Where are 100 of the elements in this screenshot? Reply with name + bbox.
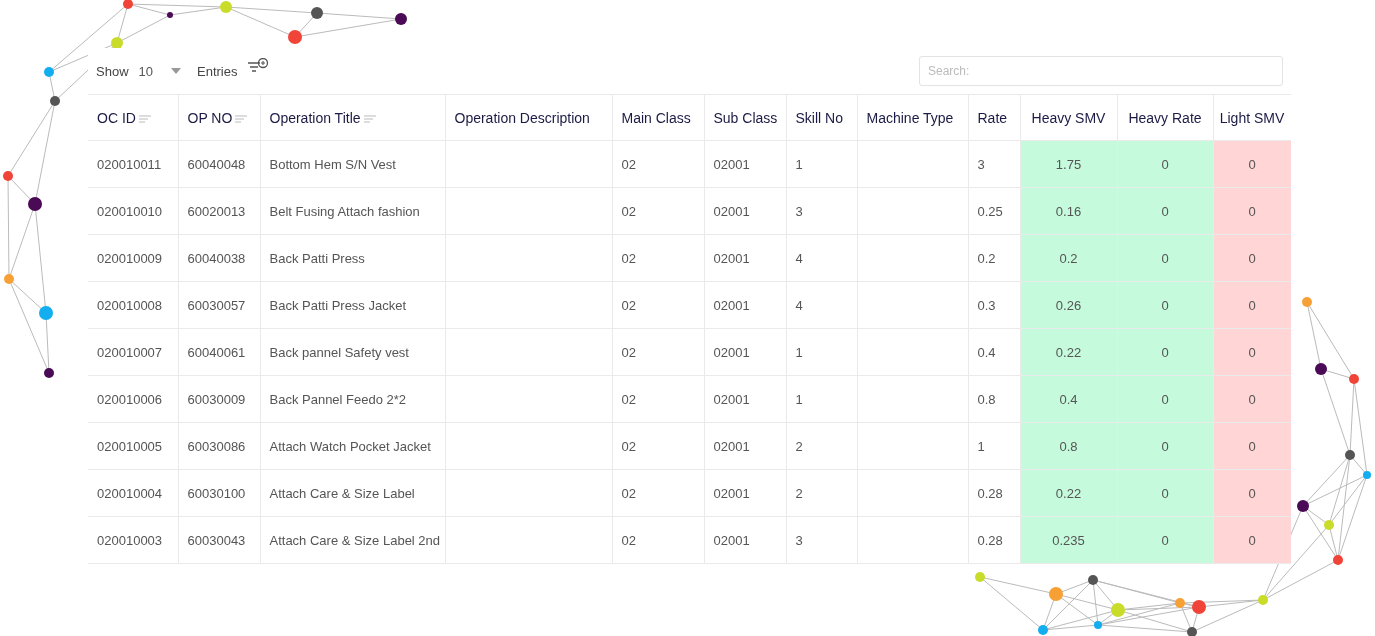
column-header: Rate [968, 94, 1020, 141]
table-cell: 02 [621, 485, 636, 501]
table-cell: 0 [1248, 532, 1256, 548]
table-cell: 020010011 [97, 156, 162, 172]
show-label: Show [96, 63, 129, 79]
sort-icon [138, 114, 151, 123]
column-header: Machine Type [857, 94, 968, 141]
column-header[interactable]: OP NO [178, 94, 260, 141]
table-cell: 020010010 [97, 203, 163, 219]
table-cell: 02001 [713, 344, 750, 360]
table-cell: 0 [1161, 438, 1169, 454]
table-cell: 1 [795, 156, 803, 172]
table-cell: 4 [795, 297, 803, 313]
table-cell: 60030100 [187, 485, 246, 501]
table-cell: 1 [977, 438, 985, 454]
table-cell: 3 [977, 156, 985, 172]
table-cell: 0.2 [1059, 250, 1078, 266]
table-cell: 0 [1161, 297, 1169, 313]
table-cell: Attach Care & Size Label 2nd [269, 532, 441, 548]
table-cell: 02001 [713, 156, 750, 172]
table-cell: 2 [795, 485, 803, 501]
table-cell: Bottom Hem S/N Vest [269, 156, 396, 172]
table-cell: Belt Fusing Attach fashion [269, 203, 420, 219]
table-cell: 02001 [713, 391, 750, 407]
table-cell: 020010008 [97, 297, 163, 313]
table-cell: 1 [795, 344, 803, 360]
table-cell: 02001 [713, 485, 750, 501]
caret-icon [171, 68, 181, 74]
table-cell: 0.25 [977, 203, 1003, 219]
table-cell: 0 [1248, 438, 1256, 454]
table-cell: 0 [1248, 297, 1256, 313]
entries-label: Entries [197, 63, 238, 79]
table-cell: 3 [795, 532, 803, 548]
table-cell: 0.26 [1055, 297, 1082, 313]
table-cell: 02 [621, 156, 636, 172]
table-cell: 60030086 [187, 438, 246, 454]
table-cell: 0 [1248, 485, 1256, 501]
table-cell: 020010009 [97, 250, 163, 266]
table-cell: 02001 [713, 203, 750, 219]
table-cell: 02 [621, 250, 636, 266]
table-cell: Back Patti Press [269, 250, 365, 266]
table-cell: 02001 [713, 250, 750, 266]
table-cell: 020010003 [97, 532, 163, 548]
table-cell: Attach Watch Pocket Jacket [269, 438, 431, 454]
table-cell: 02 [621, 438, 636, 454]
table-cell: 0.4 [977, 344, 996, 360]
table-cell: 0.3 [977, 297, 996, 313]
table-cell: 60040038 [187, 250, 246, 266]
table-cell: 0.235 [1052, 532, 1085, 548]
column-header: Main Class [612, 94, 704, 141]
table-cell: 02 [621, 344, 636, 360]
table-cell: 02001 [713, 297, 750, 313]
table-cell: Back Pannel Feedo 2*2 [269, 391, 407, 407]
column-header[interactable]: OC ID [88, 94, 178, 141]
page-size-select[interactable]: 10 [138, 63, 187, 79]
table-cell: 0 [1248, 344, 1256, 360]
table-cell: 0.16 [1055, 203, 1082, 219]
table-cell: 0 [1161, 203, 1169, 219]
table-cell: 60040048 [187, 156, 246, 172]
table-cell: 02 [621, 297, 636, 313]
table-cell: 0.8 [1059, 438, 1078, 454]
column-header: Operation Description [445, 94, 612, 141]
table-cell: 60030043 [187, 532, 246, 548]
table-cell: 0.4 [1059, 391, 1078, 407]
table-cell: 0 [1248, 156, 1256, 172]
table-cell: 0 [1248, 250, 1256, 266]
table-cell: 0.2 [977, 250, 996, 266]
table-cell: 02001 [713, 532, 750, 548]
table-cell: 0.8 [977, 391, 996, 407]
table-cell: 02 [621, 203, 636, 219]
table-cell: 3 [795, 203, 803, 219]
table-cell: 2 [795, 438, 803, 454]
sort-icon [235, 114, 248, 123]
column-header: Light SMV [1213, 94, 1291, 141]
table-cell: 0 [1161, 250, 1169, 266]
table-cell: 0.28 [977, 485, 1003, 501]
table-cell: 020010007 [97, 344, 163, 360]
table-cell: 4 [795, 250, 803, 266]
table-cell: 0 [1161, 391, 1169, 407]
table-cell: 60020013 [187, 203, 246, 219]
table-cell: 0 [1161, 485, 1169, 501]
table-cell: 0 [1161, 344, 1169, 360]
table-cell: Attach Care & Size Label [269, 485, 415, 501]
table-cell: 60040061 [187, 344, 246, 360]
column-header: Heavy Rate [1117, 94, 1213, 141]
table-cell: 02 [621, 532, 636, 548]
table-cell: 0 [1161, 156, 1169, 172]
table-cell: 1.75 [1055, 156, 1082, 172]
table-cell: 020010004 [97, 485, 163, 501]
sort-icon [363, 114, 376, 123]
column-header: Skill No [786, 94, 857, 141]
table-cell: 020010005 [97, 438, 163, 454]
table-cell: 02001 [713, 438, 750, 454]
table-cell: 1 [795, 391, 803, 407]
column-header[interactable]: Operation Title [260, 94, 445, 141]
table-cell: 020010006 [97, 391, 163, 407]
search-field[interactable]: Search: [919, 56, 1283, 86]
table-cell: Back pannel Safety vest [269, 344, 409, 360]
table-cell: 0 [1161, 532, 1169, 548]
table-cell: 60030057 [187, 297, 246, 313]
